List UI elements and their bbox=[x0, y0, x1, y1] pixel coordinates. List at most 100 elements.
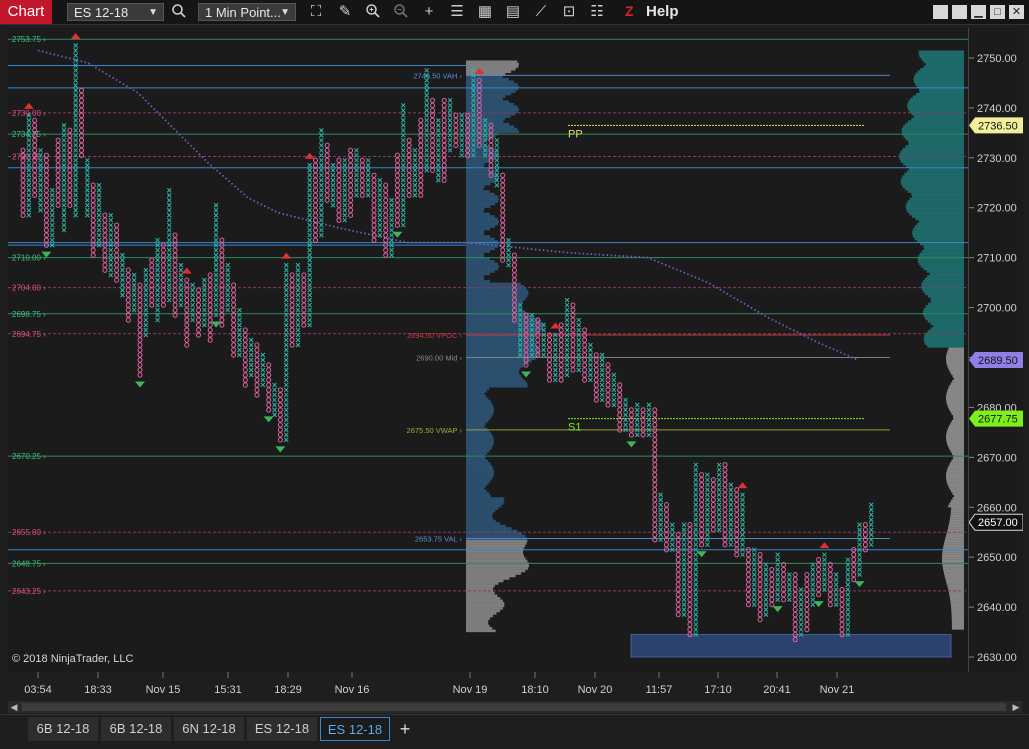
pencil-icon[interactable]: ✎ bbox=[335, 3, 355, 21]
pnf-o-mark bbox=[289, 342, 295, 348]
price-axis[interactable]: 2630.00 2640.00 2650.00 2660.00 2670.00 2680.… bbox=[968, 28, 1024, 672]
add-tab-button[interactable]: + bbox=[394, 717, 416, 741]
scroll-right-icon[interactable]: ▶ bbox=[1010, 701, 1022, 713]
pnf-o-mark bbox=[781, 576, 786, 583]
pnf-o-mark bbox=[687, 596, 693, 603]
pnf-o-mark bbox=[102, 262, 108, 268]
pnf-o-mark bbox=[593, 362, 599, 368]
level-label: 2643.25 › bbox=[12, 587, 46, 596]
pnf-o-mark bbox=[652, 422, 658, 428]
pnf-o-mark bbox=[687, 591, 693, 598]
pnf-o-mark bbox=[207, 327, 213, 333]
scroll-left-icon[interactable]: ◀ bbox=[8, 701, 20, 713]
session-volume-bar bbox=[947, 527, 964, 530]
chart-trader-icon[interactable]: ▤ bbox=[503, 3, 523, 21]
pnf-o-mark bbox=[652, 512, 658, 518]
maximize-icon[interactable]: □ bbox=[990, 5, 1005, 19]
pnf-o-mark bbox=[558, 337, 564, 343]
pnf-o-mark bbox=[745, 551, 751, 558]
tab-6n[interactable]: 6N 12-18 bbox=[174, 717, 244, 741]
period-selector[interactable]: 1 Min Point... ▼ bbox=[198, 3, 296, 21]
tab-6b-1[interactable]: 6B 12-18 bbox=[28, 717, 98, 741]
cursor-tool-icon[interactable]: ⛶ bbox=[306, 3, 326, 21]
instrument-selector[interactable]: ES 12-18 ▼ bbox=[67, 3, 164, 21]
pnf-o-mark bbox=[359, 177, 365, 183]
crosshair-icon[interactable]: + bbox=[419, 3, 439, 21]
pnf-o-mark bbox=[79, 122, 84, 129]
pnf-o-mark bbox=[324, 177, 330, 183]
pnf-o-column bbox=[710, 477, 716, 533]
pnf-o-mark bbox=[792, 606, 798, 613]
volume-profile-bar bbox=[466, 594, 498, 598]
volume-profile-bar bbox=[466, 372, 520, 376]
pnf-o-mark bbox=[441, 127, 447, 134]
help-menu[interactable]: Help bbox=[646, 3, 679, 20]
pnf-o-mark bbox=[816, 581, 822, 588]
pnf-o-mark bbox=[43, 192, 49, 198]
session-volume-bar bbox=[943, 569, 964, 573]
pnf-o-mark bbox=[734, 532, 740, 538]
volume-profile-bar bbox=[466, 569, 526, 573]
tab-es-1[interactable]: ES 12-18 bbox=[247, 717, 317, 741]
pnf-o-column bbox=[231, 282, 237, 358]
volume-profile-bar bbox=[466, 539, 528, 543]
pnf-o-mark bbox=[254, 347, 260, 353]
pnf-o-mark bbox=[266, 382, 272, 388]
window-tile-icon[interactable] bbox=[933, 5, 948, 19]
pnf-o-mark bbox=[207, 307, 213, 313]
pnf-o-mark bbox=[289, 302, 295, 308]
pnf-o-mark bbox=[699, 527, 705, 533]
tab-es-active[interactable]: ES 12-18 bbox=[320, 717, 390, 741]
level-label: 2710.00 › bbox=[12, 254, 46, 263]
pnf-o-mark bbox=[675, 581, 681, 588]
pnf-o-mark bbox=[160, 267, 166, 273]
pnf-o-mark bbox=[593, 357, 599, 363]
templates-icon[interactable]: ☷ bbox=[587, 3, 607, 21]
pnf-x-column bbox=[272, 382, 277, 418]
pnf-o-mark bbox=[699, 497, 705, 503]
strategies-icon[interactable]: ⊡ bbox=[559, 3, 579, 21]
pnf-o-mark bbox=[254, 342, 260, 348]
scroll-thumb[interactable] bbox=[22, 703, 1006, 711]
tab-6b-2[interactable]: 6B 12-18 bbox=[101, 717, 171, 741]
horizontal-scrollbar[interactable]: ◀ ▶ bbox=[8, 701, 1022, 713]
volume-profile-bar bbox=[466, 582, 499, 585]
pnf-o-mark bbox=[20, 192, 26, 198]
pnf-o-mark bbox=[336, 217, 342, 223]
pnf-o-mark bbox=[781, 591, 786, 598]
pnf-o-mark bbox=[511, 277, 517, 283]
pnf-o-mark bbox=[149, 277, 155, 283]
pnf-o-mark bbox=[313, 167, 318, 173]
level-label: 2655.00 › bbox=[12, 528, 46, 537]
pnf-o-mark bbox=[32, 187, 38, 193]
pnf-o-mark bbox=[664, 502, 669, 508]
z-icon[interactable]: Z bbox=[625, 3, 634, 19]
window-options-icon[interactable] bbox=[952, 5, 967, 19]
minimize-icon[interactable]: ▁ bbox=[971, 5, 986, 19]
pnf-o-mark bbox=[394, 187, 400, 193]
close-icon[interactable]: ✕ bbox=[1009, 5, 1024, 19]
zoom-out-icon[interactable] bbox=[391, 3, 411, 21]
volume-profile-bar bbox=[466, 554, 525, 558]
pnf-o-mark bbox=[664, 517, 669, 523]
pnf-o-mark bbox=[184, 337, 190, 343]
pnf-o-mark bbox=[839, 616, 845, 623]
pnf-o-mark bbox=[628, 412, 634, 418]
pnf-o-mark bbox=[207, 287, 213, 293]
volume-profile-bar bbox=[466, 330, 541, 333]
search-icon[interactable] bbox=[169, 3, 189, 21]
properties-icon[interactable]: ☰ bbox=[447, 3, 467, 21]
pnf-o-mark bbox=[196, 317, 201, 323]
chart-panel[interactable]: 2753.75 › 2739.00 › 2734.75 › 2730.25 › 2710… bbox=[8, 28, 968, 696]
pnf-o-mark bbox=[687, 527, 693, 533]
pnf-o-mark bbox=[757, 606, 763, 613]
reversal-down-marker bbox=[626, 441, 637, 448]
indicators-icon[interactable]: ⟋ bbox=[531, 3, 551, 21]
session-volume-bar bbox=[946, 432, 964, 435]
pnf-o-mark bbox=[652, 487, 658, 493]
zoom-in-icon[interactable] bbox=[363, 3, 383, 21]
data-box-icon[interactable]: ▦ bbox=[475, 3, 495, 21]
chart-title[interactable]: Chart bbox=[0, 0, 52, 24]
volume-profile-bar bbox=[466, 464, 492, 468]
pnf-o-mark bbox=[196, 292, 201, 298]
